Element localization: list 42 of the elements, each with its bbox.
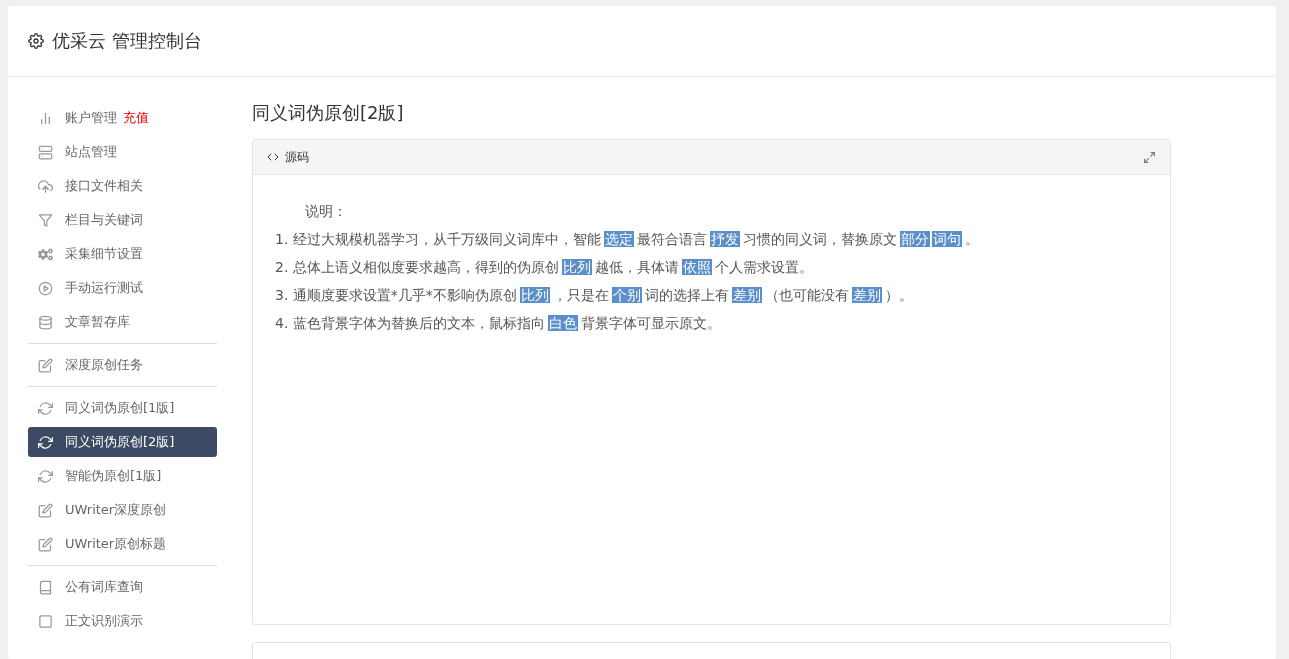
sidebar-item[interactable]: 文章暂存库 [28, 307, 217, 337]
refresh-icon [38, 400, 53, 416]
sidebar-item[interactable]: 手动运行测试 [28, 273, 217, 303]
sidebar-item[interactable]: 栏目与关键词 [28, 205, 217, 235]
server-icon [38, 144, 53, 160]
sidebar-item[interactable]: 采集细节设置 [28, 239, 217, 269]
database-icon [38, 314, 53, 330]
refresh-icon [38, 468, 53, 484]
refresh-icon [38, 434, 53, 450]
pencil-icon [38, 536, 53, 552]
sidebar-item[interactable]: 接口文件相关 [28, 171, 217, 201]
page-title: 同义词伪原创[2版] [252, 101, 405, 125]
source-tab[interactable]: 源码 [285, 148, 309, 166]
chart-icon [38, 110, 53, 126]
settings-icon [28, 33, 44, 49]
pencil-icon [38, 502, 53, 518]
filter-icon [38, 212, 53, 228]
note-line: 4. 蓝色背景字体为替换后的文本，鼠标指向 白色 背景字体可显示原文。 [274, 314, 722, 333]
sidebar-item[interactable]: 正文识别演示 [28, 606, 217, 636]
sidebar-item[interactable]: 同义词伪原创[2版] [28, 427, 217, 457]
sidebar-item[interactable]: 深度原创任务 [28, 350, 217, 380]
book-icon [38, 579, 53, 595]
window-icon [38, 613, 53, 629]
recharge-link[interactable]: 充值 [123, 109, 149, 127]
note-line: 3. 通顺度要求设置*几乎*不影响伪原创 比列 ，只是在 个别 词的选择上有 差别 （也可能没有 差别 ）。 [274, 286, 914, 305]
sidebar-item[interactable]: 站点管理 [28, 137, 217, 167]
app-title: 优采云 管理控制台 [52, 29, 202, 53]
sidebar-item[interactable]: UWriter深度原创 [28, 495, 217, 525]
expand-icon[interactable] [1143, 150, 1156, 164]
note-line: 2. 总体上语义相似度要求越高，得到的伪原创 比列 越低，具体请 依照 个人需求设置。 [274, 258, 814, 277]
sidebar-item[interactable]: 账户管理 充值 [28, 103, 217, 133]
notes-heading: 说明： [304, 202, 348, 221]
cloud-icon [38, 178, 53, 194]
sidebar-item[interactable]: 智能伪原创[1版] [28, 461, 217, 491]
play-icon [38, 280, 53, 296]
code-icon [267, 151, 279, 163]
pencil-icon [38, 357, 53, 373]
sidebar-item[interactable]: UWriter原创标题 [28, 529, 217, 559]
sidebar-item[interactable]: 同义词伪原创[1版] [28, 393, 217, 423]
sidebar-item[interactable]: 公有词库查询 [28, 572, 217, 602]
gears-icon [38, 246, 53, 262]
note-line: 1. 经过大规模机器学习，从千万级同义词库中，智能 选定 最符合语言 抒发 习惯的同义词，替换原文 部分 词句 。 [274, 230, 980, 249]
